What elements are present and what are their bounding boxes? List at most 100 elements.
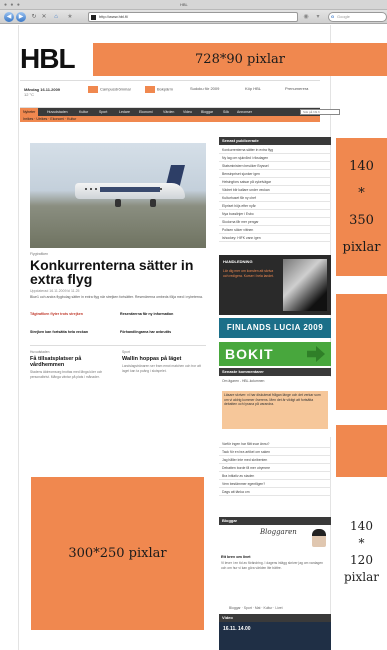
promo-ad-box[interactable]: HANDLEDNING Lär dig mer om konsten att s… xyxy=(219,255,331,315)
comments-featured: Om ägaren - HBL-kolumnen Läsare skriver:… xyxy=(219,377,331,437)
video-header: Video xyxy=(219,614,331,622)
subnav-links[interactable]: Inrikes · Utrikes · Ekonomi · Kultur xyxy=(23,116,76,122)
ad-label-line: 120 xyxy=(350,553,373,567)
list-item[interactable]: Vem bestämmer egentligen? xyxy=(219,480,331,488)
search-input[interactable]: G Google xyxy=(328,12,387,22)
promo-link-3[interactable]: Sudoku för 2009 xyxy=(190,86,230,91)
teaser-kicker: Huvudstaden xyxy=(30,350,50,354)
bokit-banner[interactable]: BOKIT xyxy=(219,342,331,366)
teaser-headline: Få tillsatsplatser på vårdhemmen xyxy=(30,356,82,368)
nav-item[interactable]: Nyheter xyxy=(20,108,39,116)
video-time: 16.11. 14.00 xyxy=(223,626,251,632)
list-item[interactable]: Vädret blir kallare under veckan xyxy=(219,186,331,194)
ad-label-line: * xyxy=(358,536,365,550)
avatar xyxy=(312,529,326,547)
nav-item[interactable]: Värden xyxy=(160,108,177,116)
nav-item[interactable]: Sport xyxy=(96,108,110,116)
list-item[interactable]: Konkurrenterna sätter in extra flyg xyxy=(219,146,331,154)
related-link[interactable]: Förhandlingarna har avbrutits xyxy=(120,330,206,335)
ad-box-mid[interactable]: 300*250 pixlar xyxy=(31,477,204,630)
list-item[interactable]: Skolorna får mer pengar xyxy=(219,218,331,226)
most-read-list: Konkurrenterna sätter in extra flyg Ny l… xyxy=(219,146,331,242)
list-item[interactable]: Nya busslinjer i Esbo xyxy=(219,210,331,218)
article-teaser[interactable]: Huvudstaden Få tillsatsplatser på vårdhe… xyxy=(30,350,114,379)
nav-item[interactable]: Bloggar xyxy=(198,108,216,116)
promo-ad-title: HANDLEDNING xyxy=(223,259,253,264)
list-item[interactable]: Tack för en bra artikel om saken xyxy=(219,448,331,456)
promo-link-2[interactable]: Bokpärm xyxy=(145,86,173,93)
site-search-input[interactable]: Sök på hbl.fi xyxy=(300,109,340,115)
list-item[interactable]: Statsministern besöker Bryssel xyxy=(219,162,331,170)
nav-item[interactable]: Ekonomi xyxy=(136,108,156,116)
list-item[interactable]: Dags att tänka om xyxy=(219,488,331,496)
back-button[interactable]: ◀ xyxy=(4,12,14,22)
plane-gear xyxy=(115,199,121,207)
ad-banner-top[interactable]: 728*90 pixlar xyxy=(93,43,387,76)
nav-item[interactable]: Huvudstaden xyxy=(44,108,71,116)
promo-link-4[interactable]: Köp HBL xyxy=(245,86,261,91)
list-item[interactable]: Ny lag om sjukvård i riksdagen xyxy=(219,154,331,162)
nav-item[interactable]: Ledare xyxy=(116,108,133,116)
window-controls[interactable]: ● ● ● xyxy=(4,2,21,8)
teaser-body: Stadens äldreomsorg brottas med långa kö… xyxy=(30,370,103,379)
list-item[interactable]: Varför ingen har fått svar ännu? xyxy=(219,440,331,448)
list-item[interactable]: Helsingfors satsar på cykelvägar xyxy=(219,178,331,186)
window-titlebar: ● ● ● HBL xyxy=(0,0,387,10)
list-item[interactable]: Kulturhuset får ny chef xyxy=(219,194,331,202)
related-link[interactable]: Tågtrafiken flyter trots strejken xyxy=(30,312,114,317)
ad-box-right[interactable] xyxy=(336,294,387,410)
blog-post-title[interactable]: Ett brev om livet xyxy=(221,555,329,560)
article-teaser[interactable]: Sport Wallin hoppas på läget Landslagstr… xyxy=(122,350,206,373)
lucia-banner[interactable]: FINLANDS LUCIA 2009 xyxy=(219,318,331,338)
related-link[interactable]: Strejken kan fortsätta hela veckan xyxy=(30,330,114,335)
list-item[interactable]: Bensinpriset sjunker igen xyxy=(219,170,331,178)
stop-button[interactable]: ✕ xyxy=(40,13,48,21)
list-item[interactable]: Polisen söker vittnen xyxy=(219,226,331,234)
promo-link-5[interactable]: Prenumerera xyxy=(285,86,308,91)
hero-image[interactable] xyxy=(30,143,206,248)
promo-ad-text: Lär dig mer om konsten att skriva och re… xyxy=(223,269,274,278)
video-player[interactable]: 16.11. 14.00 xyxy=(219,622,331,650)
article-byline: Uppdaterad 16.11.2009 kl 11.25 xyxy=(30,289,80,293)
comments-intro[interactable]: Om ägaren - HBL-kolumnen xyxy=(222,379,328,384)
ad-box-right-small[interactable] xyxy=(336,425,387,477)
reload-button[interactable]: ↻ xyxy=(30,13,38,21)
ad-size-label: 140 * 120 pixlar xyxy=(336,518,387,590)
ad-label-line: pixlar xyxy=(342,240,381,255)
rss-icon[interactable]: ◉ xyxy=(302,13,310,21)
list-item[interactable]: Elpriset höjs efter nyår xyxy=(219,202,331,210)
bookmark-icon[interactable]: ★ xyxy=(66,13,74,21)
nav-item[interactable]: Sök xyxy=(220,108,232,116)
list-item[interactable]: Debatten borde få mer utrymme xyxy=(219,464,331,472)
forward-button[interactable]: ▶ xyxy=(16,12,26,22)
most-read-header: Senast publicerade xyxy=(219,137,331,145)
list-item[interactable]: Ishockey: HIFK vann igen xyxy=(219,234,331,242)
site-logo[interactable]: HBL xyxy=(20,45,76,73)
ad-label-line: pixlar xyxy=(343,570,379,584)
article-lede: Blue1 och andra flygbolag sätter in extr… xyxy=(30,295,203,299)
dropdown-icon[interactable]: ▾ xyxy=(314,13,322,21)
list-item[interactable]: Jag håller inte med skribenten xyxy=(219,456,331,464)
related-title: Tågtrafiken flyter trots strejken xyxy=(30,312,83,316)
current-date: Måndag 16.11.2009 12 °C xyxy=(24,87,60,97)
nav-item[interactable]: Video xyxy=(180,108,195,116)
address-bar[interactable]: http://www.hbl.fi/ xyxy=(88,12,298,22)
sub-navigation: Inrikes · Utrikes · Ekonomi · Kultur xyxy=(20,116,320,122)
ad-label-line: 140 xyxy=(349,159,374,174)
promo-icon xyxy=(145,86,155,93)
main-navigation: Nyheter Huvudstaden Kultur Sport Ledare … xyxy=(20,108,320,116)
google-icon: G xyxy=(331,14,335,19)
main-headline[interactable]: Konkurrenterna sätter in extra flyg xyxy=(30,258,210,286)
comments-highlight[interactable]: Läsare skriver: vi har diskuterat frågan… xyxy=(222,391,328,429)
list-item[interactable]: Bra initiativ av staden xyxy=(219,472,331,480)
promo-link-1[interactable]: Campusdrömmar xyxy=(88,86,131,93)
related-link[interactable]: Resenärerna får ny information xyxy=(120,312,206,317)
blog-links[interactable]: Bloggar · Sport · Mat · Kultur · Livet xyxy=(229,606,283,610)
bokit-label: BOKIT xyxy=(225,346,274,362)
ad-skyscraper-right[interactable]: 140 * 350 pixlar xyxy=(336,138,387,276)
nav-item[interactable]: Annonser xyxy=(234,108,255,116)
arrow-icon xyxy=(307,346,325,362)
comments-list: Varför ingen har fått svar ännu? Tack fö… xyxy=(219,440,331,496)
nav-item[interactable]: Kultur xyxy=(76,108,91,116)
home-button[interactable]: ⌂ xyxy=(52,13,60,21)
